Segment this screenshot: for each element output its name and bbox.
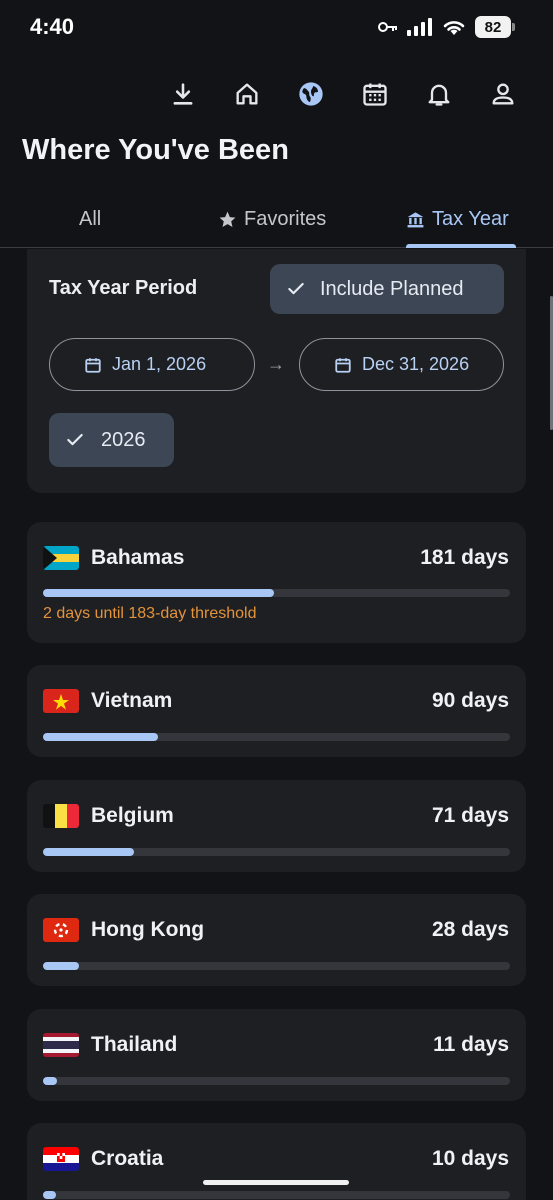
days-count: 11 days <box>433 1033 509 1056</box>
country-name: Bahamas <box>91 546 185 569</box>
country-name: Vietnam <box>91 689 173 712</box>
progress-track <box>43 1077 510 1085</box>
year-chip-label: 2026 <box>101 428 146 451</box>
start-date-button[interactable]: Jan 1, 2026 <box>49 338 255 391</box>
thailand-flag <box>43 1033 79 1057</box>
progress-fill <box>43 962 79 970</box>
calendar-icon <box>335 357 351 373</box>
country-card-croatia[interactable]: Croatia 10 days <box>27 1123 526 1200</box>
tab-label: Tax Year <box>432 207 509 230</box>
progress-track <box>43 589 510 597</box>
progress-fill <box>43 733 158 741</box>
bell-icon <box>428 84 450 106</box>
country-card-vietnam[interactable]: Vietnam 90 days <box>27 665 526 757</box>
progress-track <box>43 848 510 856</box>
calendar-icon <box>85 357 101 373</box>
home-indicator[interactable] <box>203 1180 349 1185</box>
notifications-button[interactable] <box>407 74 471 114</box>
calendar-button[interactable] <box>343 74 407 114</box>
status-time: 4:40 <box>30 14 75 39</box>
battery-level: 82 <box>475 16 511 38</box>
status-bar: 4:40 82 <box>0 0 553 56</box>
progress-fill <box>43 1191 56 1199</box>
country-name: Thailand <box>91 1033 178 1056</box>
bahamas-flag <box>43 546 79 570</box>
page-title: Where You've Been <box>22 134 289 166</box>
signal-icon <box>407 18 432 36</box>
download-icon <box>173 83 193 105</box>
country-name: Croatia <box>91 1147 164 1170</box>
tab-bar: All Favorites Tax Year <box>0 190 553 248</box>
tax-year-settings-card: Tax Year Period Include Planned Jan 1, 2… <box>27 249 526 493</box>
days-count: 90 days <box>431 689 509 712</box>
progress-track <box>43 733 510 741</box>
calendar-icon <box>363 83 387 106</box>
home-icon <box>236 83 258 105</box>
tab-label: Favorites <box>244 207 327 230</box>
bank-icon <box>407 211 424 227</box>
profile-button[interactable] <box>471 74 535 114</box>
range-arrow: → <box>267 354 285 374</box>
tab-tax-year[interactable]: Tax Year <box>406 190 509 248</box>
star-icon <box>219 211 236 227</box>
days-count: 71 days <box>431 804 509 827</box>
threshold-note: 2 days until 183-day threshold <box>43 605 257 622</box>
country-card-bahamas[interactable]: Bahamas 181 days 2 days until 183-day th… <box>27 522 526 643</box>
croatia-flag <box>43 1147 79 1171</box>
tab-favorites[interactable]: Favorites <box>218 190 326 248</box>
battery-indicator: 82 <box>475 16 515 38</box>
tab-indicator <box>406 244 516 248</box>
include-planned-label: Include Planned <box>320 277 464 300</box>
progress-track <box>43 1191 510 1199</box>
tax-year-period-label: Tax Year Period <box>49 277 198 299</box>
progress-fill <box>43 1077 57 1085</box>
country-name: Hong Kong <box>91 918 205 941</box>
end-date-button[interactable]: Dec 31, 2026 <box>299 338 504 391</box>
key-icon <box>378 22 397 32</box>
include-planned-toggle[interactable]: Include Planned <box>270 264 504 314</box>
vietnam-flag <box>43 689 79 713</box>
country-card-belgium[interactable]: Belgium 71 days <box>27 780 526 872</box>
progress-fill <box>43 589 274 597</box>
tab-all[interactable]: All <box>79 190 101 248</box>
country-name: Belgium <box>91 804 174 827</box>
days-count: 181 days <box>420 546 509 569</box>
year-chip-2026[interactable]: 2026 <box>49 413 174 467</box>
days-count: 10 days <box>431 1147 509 1170</box>
home-button[interactable] <box>215 74 279 114</box>
end-date-label: Dec 31, 2026 <box>362 354 470 374</box>
start-date-label: Jan 1, 2026 <box>112 354 207 374</box>
check-icon <box>288 282 304 295</box>
status-icons: 82 <box>378 16 515 38</box>
globe-button[interactable] <box>279 74 343 114</box>
top-toolbar <box>151 74 535 114</box>
progress-track <box>43 962 510 970</box>
country-card-thailand[interactable]: Thailand 11 days <box>27 1009 526 1101</box>
person-icon <box>492 83 514 105</box>
globe-icon <box>299 82 323 106</box>
wifi-icon <box>443 21 465 35</box>
tab-label: All <box>79 207 102 230</box>
progress-fill <box>43 848 134 856</box>
download-button[interactable] <box>151 74 215 114</box>
check-icon <box>67 433 83 446</box>
hong-kong-flag <box>43 918 79 942</box>
days-count: 28 days <box>431 918 509 941</box>
country-card-hong-kong[interactable]: Hong Kong 28 days <box>27 894 526 986</box>
belgium-flag <box>43 804 79 828</box>
